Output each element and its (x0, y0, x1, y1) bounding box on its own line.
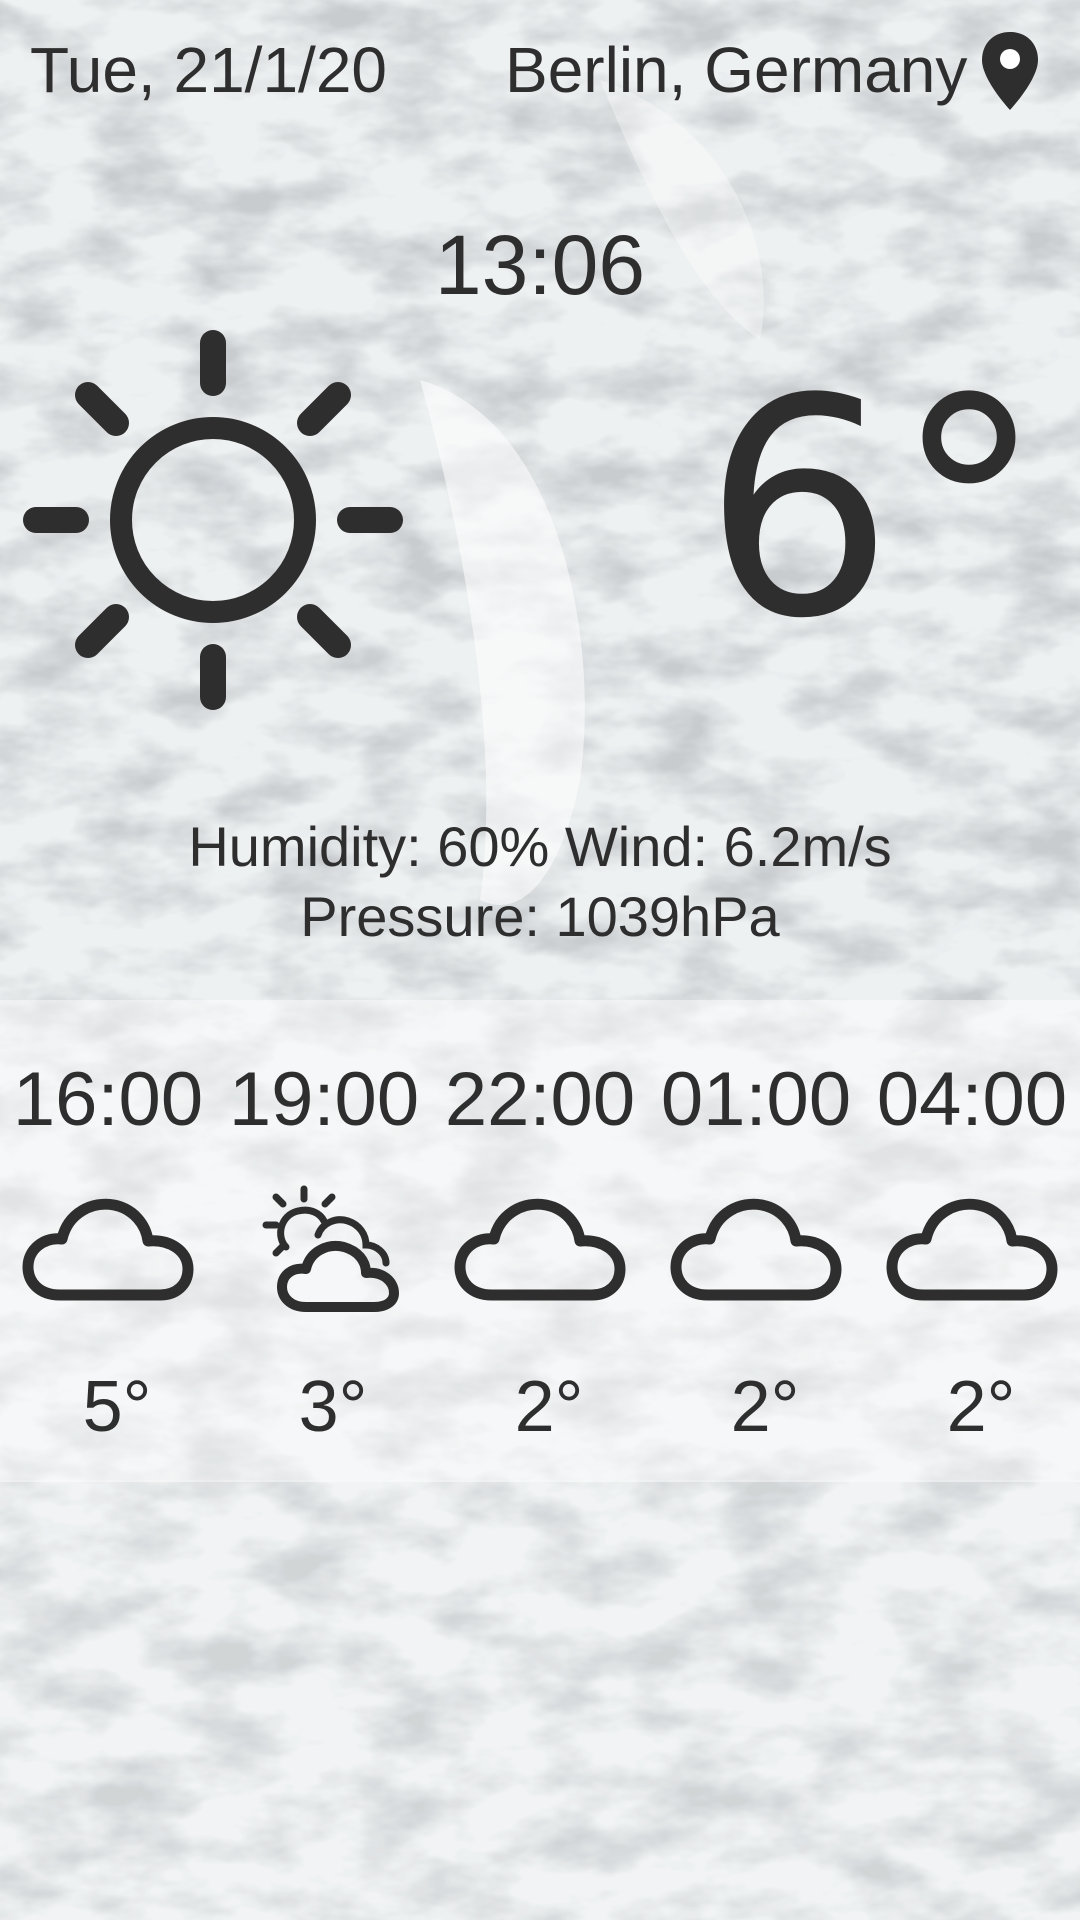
forecast-item[interactable]: 04:00 2° (864, 1000, 1080, 1482)
cloud-icon (886, 1198, 1058, 1301)
forecast-item[interactable]: 16:00 5° (0, 1000, 216, 1482)
forecast-item[interactable]: 19:00 3° (216, 1000, 432, 1482)
forecast-time: 19:00 (228, 1057, 420, 1142)
forecast-temp: 2° (514, 1367, 584, 1447)
forecast-time: 16:00 (12, 1057, 204, 1142)
humidity-wind-text: Humidity: 60% Wind: 6.2m/s (188, 815, 892, 878)
sun-icon (23, 330, 403, 710)
cloud-icon (22, 1198, 194, 1301)
date-label: Tue, 21/1/20 (30, 34, 387, 106)
pressure-text: Pressure: 1039hPa (300, 885, 780, 948)
weather-details: Humidity: 60% Wind: 6.2m/s Pressure: 103… (0, 812, 1080, 952)
cloud-icon (670, 1198, 842, 1301)
map-pin-icon[interactable] (978, 30, 1042, 112)
forecast-temp: 3° (298, 1367, 368, 1447)
location-label[interactable]: Berlin, Germany (505, 30, 967, 110)
forecast-temp: 2° (730, 1367, 800, 1447)
forecast-item[interactable]: 22:00 2° (432, 1000, 648, 1482)
forecast-temp: 5° (82, 1367, 152, 1447)
forecast-time: 04:00 (876, 1057, 1068, 1142)
forecast-time: 01:00 (660, 1057, 852, 1142)
forecast-temp: 2° (946, 1367, 1016, 1447)
hourly-forecast: 16:00 5° 19:00 3° 22:00 2° 01:00 2° 04:0… (0, 1000, 1080, 1482)
forecast-time: 22:00 (444, 1057, 636, 1142)
current-time: 13:06 (434, 218, 646, 312)
forecast-item[interactable]: 01:00 2° (648, 1000, 864, 1482)
partly-cloudy-icon (262, 1185, 399, 1312)
cloud-icon (454, 1198, 626, 1301)
current-temperature: 6° (703, 335, 1044, 684)
